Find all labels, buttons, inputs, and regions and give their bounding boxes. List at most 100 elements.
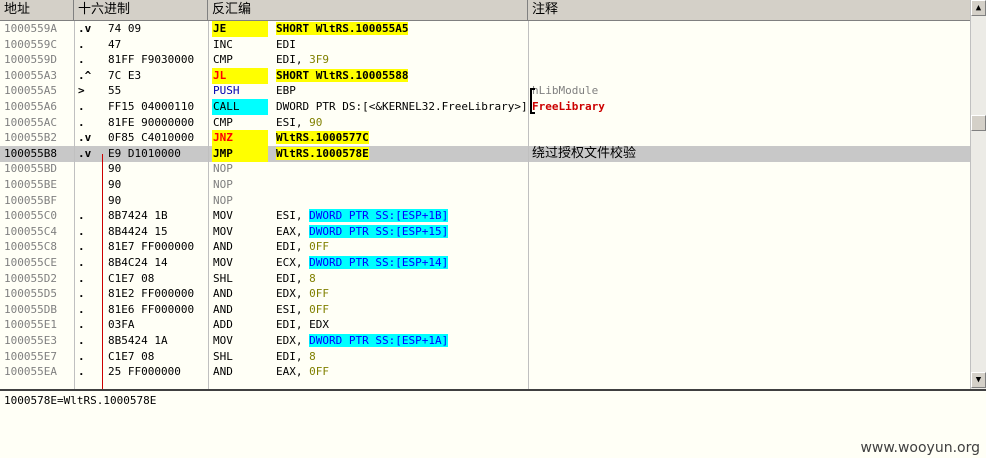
row-hex-bytes: 81E7 FF000000 (108, 240, 195, 254)
disasm-row[interactable]: 100055DB. 81E6 FF000000 AND ESI, 0FF (0, 302, 970, 318)
row-mnemonic: MOV (213, 334, 233, 347)
row-comment (532, 177, 968, 193)
row-comment (532, 317, 968, 333)
vertical-scrollbar[interactable]: ▲ ▼ (970, 0, 986, 389)
jump-marker: . (78, 240, 85, 254)
comment-text: FreeLibrary (532, 100, 605, 113)
row-operands: EAX, 0FF (276, 364, 528, 380)
operand-part: ESI, (276, 115, 310, 129)
scroll-up-button[interactable]: ▲ (971, 0, 986, 16)
row-operands: SHORT WltRS.100055A5 (276, 21, 528, 37)
row-comment (532, 130, 968, 146)
column-header-comment[interactable]: 注释 (528, 0, 970, 20)
row-hex-bytes: 8B7424 1B (108, 209, 168, 223)
disasm-row[interactable]: 100055C0. 8B7424 1B MOV ESI, DWORD PTR SS:[… (0, 208, 970, 224)
disasm-row[interactable]: 100055EA. 25 FF000000 AND EAX, 0FF (0, 364, 970, 380)
info-line: 1000578E=WltRS.1000578E (4, 394, 157, 407)
row-hex-bytes: 90 (108, 193, 122, 207)
operand-part: EAX, (276, 224, 310, 238)
row-operands: EAX, DWORD PTR SS:[ESP+15] (276, 224, 528, 240)
row-address: 100055D2 (4, 271, 57, 285)
disasm-row[interactable]: 100055A5 >55 PUSH EBP hLibModule (0, 83, 970, 99)
jump-marker: . (78, 209, 85, 223)
column-header-hex[interactable]: 十六进制 (74, 0, 208, 20)
jump-marker (78, 193, 102, 209)
comment-text: 绕过授权文件校验 (532, 145, 637, 161)
disasm-row[interactable]: 100055CE. 8B4C24 14 MOV ECX, DWORD PTR SS:[… (0, 255, 970, 271)
operand-part: DWORD PTR SS:[ESP+14] (309, 256, 449, 269)
row-comment (532, 349, 968, 365)
operand-part: SHORT WltRS.10005588 (276, 68, 409, 82)
row-mnemonic: MOV (213, 224, 233, 238)
row-mnemonic: NOP (213, 162, 233, 176)
row-operands: WltRS.1000577C (276, 130, 528, 146)
column-header-disassembly[interactable]: 反汇编 (208, 0, 528, 20)
disasm-row[interactable]: 100055AC. 81FE 90000000 CMP ESI, 90 (0, 115, 970, 131)
row-comment (532, 286, 968, 302)
disasm-row[interactable]: 100055BE 90 NOP (0, 177, 970, 193)
disasm-row[interactable]: 100055E3. 8B5424 1A MOV EDX, DWORD PTR SS:[… (0, 333, 970, 349)
disasm-row[interactable]: 100055C8. 81E7 FF000000 AND EDI, 0FF (0, 239, 970, 255)
row-operands: DWORD PTR DS:[<&KERNEL32.FreeLibrary>] (276, 99, 528, 115)
disasm-row[interactable]: 100055BD 90 NOP (0, 161, 970, 177)
jump-marker: . (78, 37, 85, 51)
scroll-thumb[interactable] (971, 115, 986, 131)
row-hex-bytes: E9 D1010000 (108, 146, 181, 160)
jump-marker: . (78, 115, 85, 129)
row-comment (532, 37, 968, 53)
comment-text: hLibModule (532, 84, 599, 98)
disasm-row[interactable]: 100055A3 .^ 7C E3 JL SHORT WltRS.10005588 (0, 67, 970, 84)
row-hex-bytes: 0F85 C4010000 (108, 131, 195, 145)
disassembly-listing[interactable]: 1000559A .v 74 09 JE SHORT WltRS.100055A5 100… (0, 21, 970, 389)
disasm-row[interactable]: 1000559C. 47 INC EDI (0, 37, 970, 53)
row-mnemonic: PUSH (213, 84, 240, 98)
scroll-down-button[interactable]: ▼ (971, 372, 986, 388)
row-address: 100055C0 (4, 209, 57, 223)
disasm-row[interactable]: 100055B8 .v E9 D1010000 JMP WltRS.1000578E 绕过… (0, 145, 970, 162)
operand-part: WltRS.1000578E (276, 146, 369, 160)
row-mnemonic: INC (213, 37, 233, 51)
row-comment (532, 224, 968, 240)
row-comment (532, 193, 968, 209)
disasm-row[interactable]: 100055D5. 81E2 FF000000 AND EDX, 0FF (0, 286, 970, 302)
disasm-row[interactable]: 100055D2. C1E7 08 SHL EDI, 8 (0, 271, 970, 287)
disasm-row[interactable]: 100055C4. 8B4424 15 MOV EAX, DWORD PTR SS:[… (0, 224, 970, 240)
disasm-row[interactable]: 100055BF 90 NOP (0, 193, 970, 209)
row-hex-bytes: 55 (108, 84, 122, 98)
operand-part: WltRS.1000577C (276, 131, 369, 145)
disasm-row[interactable]: 1000559D. 81FF F9030000 CMP EDI, 3F9 (0, 52, 970, 68)
row-mnemonic: MOV (213, 256, 233, 269)
column-header-address[interactable]: 地址 (0, 0, 74, 20)
row-comment (532, 271, 968, 287)
row-hex-bytes: FF15 04000110 (108, 100, 195, 113)
row-comment: FreeLibrary (532, 99, 968, 115)
disasm-row[interactable]: 100055E1. 03FA ADD EDI, EDX (0, 317, 970, 333)
operand-part: EDI, (276, 349, 310, 363)
column-divider (528, 21, 529, 389)
operand-part: EAX, (276, 365, 310, 379)
jump-marker: . (78, 53, 85, 67)
disasm-row[interactable]: 100055A6. FF15 04000110 CALL DWORD PTR DS:[… (0, 99, 970, 115)
row-mnemonic: JNZ (212, 130, 268, 147)
row-hex-bytes: 81E2 FF000000 (108, 287, 195, 301)
operand-part: ESI, (276, 302, 310, 316)
row-comment: hLibModule (532, 83, 968, 99)
disasm-row[interactable]: 100055B2 .v 0F85 C4010000 JNZ WltRS.1000577C (0, 130, 970, 147)
row-address: 100055BD (4, 162, 57, 176)
row-operands: EBP (276, 83, 528, 99)
row-mnemonic: CALL (212, 99, 268, 115)
row-mnemonic: NOP (213, 193, 233, 207)
row-address: 100055C4 (4, 224, 57, 238)
row-hex-bytes: 74 09 (108, 22, 142, 35)
operand-part: SHORT WltRS.100055A5 (276, 22, 409, 35)
disasm-row[interactable]: 1000559A .v 74 09 JE SHORT WltRS.100055A5 (0, 21, 970, 37)
row-hex-bytes: 25 FF000000 (108, 365, 181, 379)
row-hex-bytes: 90 (108, 162, 122, 176)
row-mnemonic: AND (213, 365, 233, 379)
row-hex-bytes: 81E6 FF000000 (108, 302, 195, 316)
row-mnemonic: CMP (213, 115, 233, 129)
jump-marker: . (78, 318, 85, 332)
disasm-row[interactable]: 100055E7. C1E7 08 SHL EDI, 8 (0, 349, 970, 365)
row-comment (532, 208, 968, 224)
operand-part: EBP (276, 84, 296, 98)
